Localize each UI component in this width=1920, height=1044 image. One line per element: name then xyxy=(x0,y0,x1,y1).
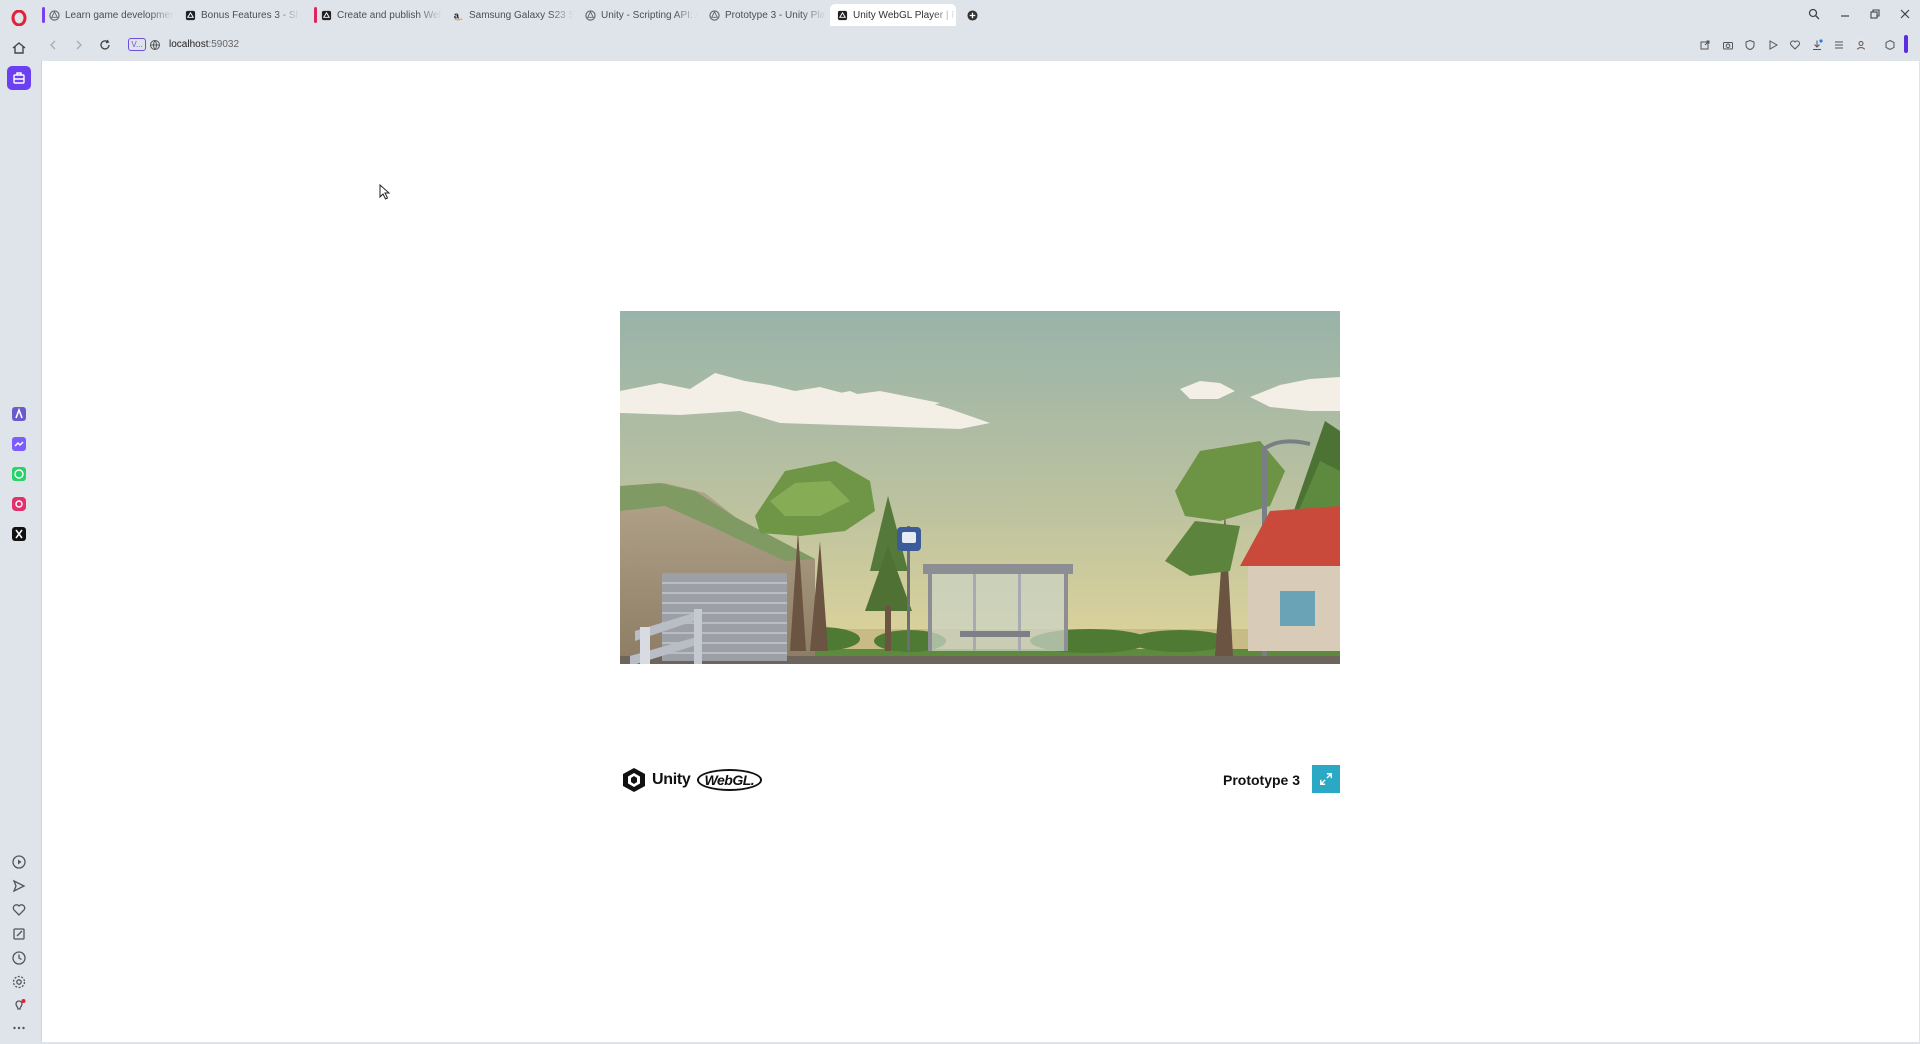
address-field[interactable]: localhost:59032 xyxy=(169,38,239,52)
bookmark-heart-icon[interactable] xyxy=(1787,37,1803,53)
instagram-icon[interactable] xyxy=(7,492,31,516)
new-tab-button[interactable] xyxy=(963,6,981,24)
mouse-cursor-icon xyxy=(379,184,391,200)
tab-strip: Learn game development Bonus Features 3 … xyxy=(38,0,1920,28)
amazon-icon: a xyxy=(452,9,464,21)
player-toolbar-icon[interactable] xyxy=(1765,37,1781,53)
download-icon[interactable] xyxy=(1809,37,1825,53)
webgl-wordmark: WebGL. xyxy=(696,769,763,791)
vpn-badge[interactable]: V... xyxy=(128,38,146,51)
extensions-icon[interactable] xyxy=(1882,37,1898,53)
unity-wordmark: Unity xyxy=(652,771,691,788)
address-toolbar: V... localhost:59032 xyxy=(38,30,1920,60)
history-icon[interactable] xyxy=(7,946,31,970)
game-scene xyxy=(620,311,1340,664)
tab-samsung-galaxy[interactable]: a Samsung Galaxy S23 Sma xyxy=(446,4,574,26)
tab-unity-webgl-player[interactable]: Unity WebGL Player | Prot xyxy=(830,4,956,26)
unity-logo-icon xyxy=(623,768,645,792)
share-icon[interactable] xyxy=(1697,37,1713,53)
search-tabs-icon[interactable] xyxy=(1803,4,1825,24)
tab-bonus-features[interactable]: Bonus Features 3 - Share xyxy=(178,4,300,26)
unity-icon xyxy=(48,9,60,21)
url-host: localhost xyxy=(169,39,209,50)
messenger-icon[interactable] xyxy=(7,432,31,456)
heart-icon[interactable] xyxy=(7,898,31,922)
opera-logo[interactable] xyxy=(7,6,31,30)
reload-icon[interactable] xyxy=(96,36,114,54)
unity-icon xyxy=(584,9,596,21)
restore-icon[interactable] xyxy=(1864,4,1886,24)
fullscreen-button[interactable] xyxy=(1312,765,1340,793)
url-port: :59032 xyxy=(208,39,240,50)
sidebar-panel-indicator xyxy=(1904,35,1908,53)
minimize-icon[interactable] xyxy=(1834,4,1856,24)
x-icon[interactable] xyxy=(7,522,31,546)
tab-unity-scripting-api[interactable]: Unity - Scripting API: Aud xyxy=(578,4,698,26)
unity-icon xyxy=(836,9,848,21)
tab-prototype-3-unity-play[interactable]: Prototype 3 - Unity Play xyxy=(702,4,826,26)
workspace-icon[interactable] xyxy=(7,66,31,90)
aria-icon[interactable] xyxy=(7,402,31,426)
close-icon[interactable] xyxy=(1894,4,1916,24)
bus-shelter xyxy=(923,564,1073,651)
snapshot-icon[interactable] xyxy=(1720,37,1736,53)
unity-icon xyxy=(184,9,196,21)
site-info-icon[interactable] xyxy=(146,36,164,54)
send-icon[interactable] xyxy=(7,874,31,898)
game-title: Prototype 3 xyxy=(1222,772,1300,788)
more-icon[interactable] xyxy=(7,1016,31,1040)
unity-game-canvas[interactable] xyxy=(620,311,1340,664)
tab-create-publish-webgl[interactable]: Create and publish WebGL xyxy=(314,4,442,26)
whatsapp-icon[interactable] xyxy=(7,462,31,486)
workspace-stripe xyxy=(314,7,317,23)
player-icon[interactable] xyxy=(7,850,31,874)
forward-icon[interactable] xyxy=(70,36,88,54)
tips-icon[interactable] xyxy=(7,994,31,1018)
back-icon[interactable] xyxy=(44,36,62,54)
settings-icon[interactable] xyxy=(7,970,31,994)
opera-sidebar xyxy=(0,0,38,1044)
home-icon[interactable] xyxy=(7,36,31,60)
fullscreen-icon xyxy=(1320,773,1332,785)
profile-icon[interactable] xyxy=(1853,37,1869,53)
tab-learn-game-development[interactable]: Learn game development xyxy=(42,4,174,26)
unity-webgl-logo: Unity WebGL. xyxy=(622,765,763,795)
page-viewport: Unity WebGL. Prototype 3 xyxy=(41,61,1919,1042)
edit-icon[interactable] xyxy=(7,922,31,946)
workspace-stripe xyxy=(42,7,45,23)
easy-setup-icon[interactable] xyxy=(1831,37,1847,53)
svg-text:a: a xyxy=(453,10,459,20)
adblock-icon[interactable] xyxy=(1742,37,1758,53)
unity-icon xyxy=(708,9,720,21)
unity-icon xyxy=(320,9,332,21)
